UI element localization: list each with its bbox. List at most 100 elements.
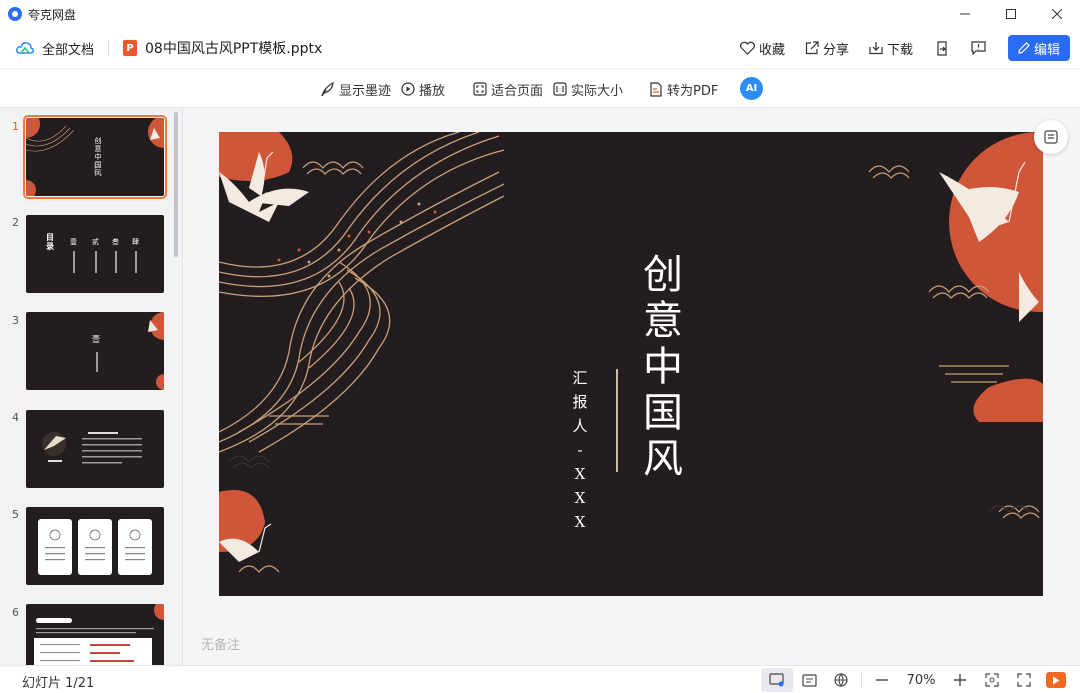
favorite-label: 收藏 [758,42,785,58]
convert-pdf-button[interactable]: 转为PDF [649,69,718,109]
quark-logo-icon [8,7,22,21]
export-icon [937,40,947,56]
zoom-out-button[interactable] [866,668,898,692]
pen-icon [1018,42,1030,54]
thumb-number: 3 [12,314,19,327]
share-icon [805,41,819,55]
edit-label: 编辑 [1033,42,1060,58]
plus-icon [954,674,966,686]
thumb-1-title: 创意中国风 [94,137,102,177]
fullscreen-button[interactable] [1008,668,1040,692]
title-char: 中 [643,344,683,390]
minimize-button[interactable] [942,0,988,28]
slide-thumbnail-6[interactable] [26,604,164,665]
subtitle-char: 汇 [572,369,588,387]
app-title: 夸克网盘 [28,7,77,22]
globe-icon [834,673,848,687]
fit-page-button[interactable]: 适合页面 [473,69,543,109]
slide-thumbnail-3[interactable]: 壹 [26,312,164,390]
status-controls: 70% [761,666,1080,693]
favorite-button[interactable]: 收藏 [739,39,785,58]
share-label: 分享 [822,42,849,58]
play-label: 播放 [419,83,446,99]
actual-size-button[interactable]: 实际大小 [553,69,623,109]
actual-size-icon [553,82,567,96]
maximize-icon [1006,9,1016,19]
slide-thumbnail-2[interactable]: 目录 壹 贰 叁 肆 [26,215,164,293]
file-name-label: 08中国风古风PPT模板.pptx [145,41,323,57]
slides-panel-icon [1044,130,1058,144]
thumb-number: 5 [12,508,19,521]
slide-thumbnail-4[interactable] [26,410,164,488]
slide-artwork [219,132,1043,573]
heart-icon [739,41,755,55]
header-actions: 收藏 分享 下载 编辑 [720,28,1070,68]
slide-viewer: 创 意 中 国 风 汇 报 人 - X X X 无备注 [184,108,1080,665]
notes-icon [801,673,817,687]
close-button[interactable] [1034,0,1080,28]
quill-icon [320,81,335,97]
minimize-icon [960,13,970,15]
edit-button[interactable]: 编辑 [1008,35,1070,61]
play-button[interactable]: 播放 [401,69,445,109]
play-circle-icon [401,82,415,96]
slide-counter: 幻灯片 1/21 [22,676,95,691]
download-label: 下载 [886,42,913,58]
fit-screen-button[interactable] [976,668,1008,692]
slide-thumbnail-panel[interactable]: 1 创意中国风 2 目录 壹 贰 叁 肆 3 壹 4 5 6 [0,108,183,665]
subtitle-char: X [574,465,586,483]
download-icon [869,41,883,55]
thumb-3-title: 壹 [92,335,100,344]
convert-pdf-label: 转为PDF [667,83,719,99]
slide-3-preview [96,312,164,390]
export-button[interactable] [935,40,949,56]
thumb-number: 1 [12,120,19,133]
thumb-number: 4 [12,411,19,424]
slideshow-button[interactable] [1046,672,1066,688]
speaker-notes[interactable]: 无备注 [201,634,240,653]
thumbnail-scrollbar[interactable] [174,112,178,257]
status-divider [861,673,862,687]
fit-page-icon [473,82,487,96]
normal-view-button[interactable] [761,668,793,692]
show-ink-button[interactable]: 显示墨迹 [320,69,391,109]
slide-thumbnail-5[interactable] [26,507,164,585]
share-button[interactable]: 分享 [805,39,849,58]
fullscreen-icon [1017,673,1031,687]
notes-view-button[interactable] [793,668,825,692]
slide-2-preview [73,251,137,273]
minus-icon [876,679,888,681]
slide-6-preview [34,604,164,665]
subtitle-char: 报 [572,393,588,411]
feedback-icon [971,41,986,55]
zoom-in-button[interactable] [944,668,976,692]
web-view-button[interactable] [825,668,857,692]
title-char: 意 [643,298,683,344]
download-button[interactable]: 下载 [869,39,913,58]
play-icon [1053,676,1060,684]
status-bar: 幻灯片 1/21 70% [0,665,1080,693]
slide-thumbnail-1[interactable]: 创意中国风 [23,115,167,199]
thumb-number: 6 [12,606,19,619]
window-controls [942,0,1080,28]
breadcrumb-root[interactable]: 全部文档 [16,39,94,58]
title-divider [616,369,618,472]
thumb-number: 2 [12,216,19,229]
feedback-button[interactable] [971,41,986,55]
slide-subtitle: 汇 报 人 - X X X [569,366,591,534]
cloud-icon [16,42,34,54]
subtitle-char: - [577,441,583,459]
ai-assistant-button[interactable]: AI [740,77,763,100]
pdf-icon [649,81,663,97]
slide-canvas: 创 意 中 国 风 汇 报 人 - X X X [219,132,1043,596]
slide-title: 创 意 中 国 风 [639,252,687,482]
fit-screen-icon [985,673,999,687]
slide-4-preview [42,432,142,464]
subtitle-char: X [574,489,586,507]
actual-size-label: 实际大小 [571,83,624,99]
maximize-button[interactable] [988,0,1034,28]
zoom-level[interactable]: 70% [898,673,944,688]
title-bar: 夸克网盘 [0,0,1080,28]
slide-list-toggle-button[interactable] [1034,120,1068,154]
title-char: 国 [643,390,683,436]
